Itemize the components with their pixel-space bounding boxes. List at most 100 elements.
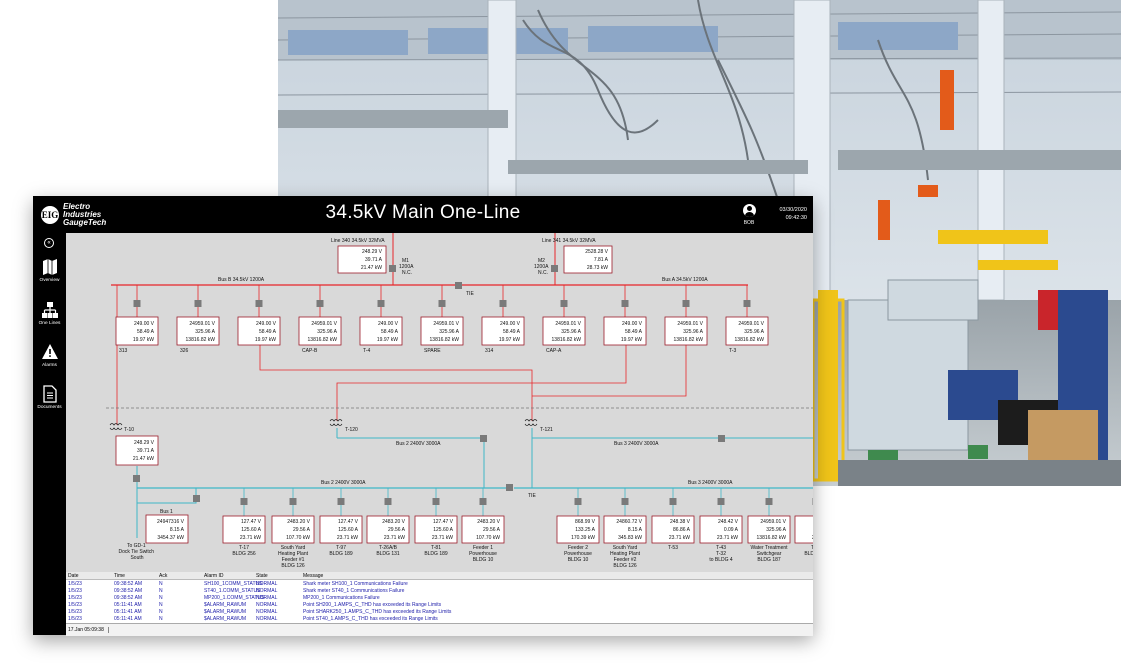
feeder-34kv-breaker[interactable] bbox=[194, 300, 202, 307]
feeder-2400v-meter[interactable]: 2483.20 V29.56 A23.71 kWT-26A/BBLDG 131 bbox=[366, 488, 410, 557]
col-state[interactable]: State bbox=[256, 573, 268, 579]
col-time[interactable]: Time bbox=[114, 573, 125, 579]
feeder-2400v-name: BLDG 189 bbox=[424, 551, 448, 557]
feeder-34kv-meter[interactable]: 24959.01 V 325.96 A 13816.82 kW SPARE bbox=[420, 285, 464, 354]
feeder-34kv-breaker[interactable] bbox=[743, 300, 751, 307]
feeder-34kv-breaker[interactable] bbox=[499, 300, 507, 307]
feeder-2400v-breaker[interactable] bbox=[337, 498, 345, 505]
feeder-34kv-amps: 58.49 A bbox=[625, 329, 643, 335]
feeder-2400v-volts: 248.38 V bbox=[670, 519, 691, 525]
breaker-bus2[interactable] bbox=[480, 435, 487, 442]
alarm-ack: N bbox=[159, 616, 163, 622]
feeder-34kv-meter[interactable]: 24959.01 V 325.96 A 13816.82 kW CAP-A bbox=[542, 285, 586, 354]
feeder-2400v-meter[interactable]: 248.38 V 86.86 A 23.71 kW T-53 bbox=[651, 488, 695, 551]
feeder-34kv-meter[interactable]: 249.00 V 58.49 A 19.97 kW bbox=[237, 285, 281, 346]
feeder-34kv-breaker[interactable] bbox=[560, 300, 568, 307]
col-date[interactable]: Date bbox=[68, 573, 79, 579]
feeder-2400v-volts: 127.47 V bbox=[241, 519, 262, 525]
nav-alarms[interactable]: Alarms bbox=[33, 343, 66, 368]
feeder-2400v-breaker[interactable] bbox=[765, 498, 773, 505]
feeder-2400v-name: BLDG 126 bbox=[281, 563, 305, 569]
col-ack[interactable]: Ack bbox=[159, 573, 167, 579]
breaker-t10-secondary[interactable] bbox=[133, 475, 140, 482]
feeder-34kv-breaker[interactable] bbox=[438, 300, 446, 307]
breaker-m2[interactable] bbox=[551, 265, 558, 272]
breaker-bus1[interactable] bbox=[193, 495, 200, 502]
feeder-2400v-meter[interactable]: 868.99 V133.25 A170.39 kWFeeder 2Powerho… bbox=[556, 488, 600, 563]
breaker-tie-bottom[interactable] bbox=[506, 484, 513, 491]
alarm-id: $ALARM_RAWUM bbox=[204, 602, 247, 608]
feeder-34kv-breaker[interactable] bbox=[316, 300, 324, 307]
feeder-2400v-name: BLDG 256 bbox=[804, 551, 813, 557]
feeder-2400v-meter[interactable]: 127.47 V125.60 A23.71 kWT-17BLDG 256 bbox=[222, 488, 266, 557]
feeder-2400v-breaker[interactable] bbox=[289, 498, 297, 505]
feeder-2400v-breaker[interactable] bbox=[717, 498, 725, 505]
meter-line-340[interactable]: Line 340 34.5kV 32MVA 248.29 V 39.71 A 2… bbox=[331, 238, 387, 274]
bus-b-label: Bus B 34.5kV 1200A bbox=[218, 277, 265, 283]
feeder-34kv-meter[interactable]: 24959.01 V 325.96 A 13816.82 kW CAP-B bbox=[298, 285, 342, 354]
alarm-state: NORMAL bbox=[256, 581, 278, 587]
nav-documents[interactable]: Documents bbox=[33, 385, 66, 410]
feeder-2400v-name: BLDG 256 bbox=[232, 551, 256, 557]
feeder-34kv-meter[interactable]: 24959.01 V 325.96 A 13816.82 kW 326 bbox=[176, 285, 220, 354]
nav-overview[interactable]: Overview bbox=[33, 258, 66, 283]
col-alarm-id[interactable]: Alarm ID bbox=[204, 573, 223, 579]
m1-state: N.C. bbox=[402, 270, 412, 276]
feeder-2400v-volts: 127.47 V bbox=[338, 519, 359, 525]
feeder-2400v-meter[interactable]: 24860.72 V8.15 A345.83 kWSouth YardHeati… bbox=[603, 488, 647, 569]
feeder-2400v-meter[interactable]: 248.42 V0.09 A23.71 kWT-43T-32to BLDG 4 bbox=[699, 488, 743, 563]
feeder-34kv-meter[interactable]: 249.00 V 58.49 A 19.97 kW 313 bbox=[115, 285, 159, 354]
feeder-34kv-kw: 13816.82 kW bbox=[186, 337, 216, 343]
meter-t10[interactable]: 248.29 V 39.71 A 21.47 kW bbox=[115, 435, 159, 466]
feeder-2400v-breaker[interactable] bbox=[669, 498, 677, 505]
feeder-34kv-breaker[interactable] bbox=[682, 300, 690, 307]
feeder-34kv-volts: 24959.01 V bbox=[433, 321, 459, 327]
breaker-m1[interactable] bbox=[389, 265, 396, 272]
feeder-34kv-meter[interactable]: 24959.01 V 325.96 A 13816.82 kW bbox=[664, 285, 708, 346]
hierarchy-icon bbox=[41, 302, 58, 318]
feeder-34kv-meter[interactable]: 249.00 V 58.49 A 19.97 kW 314 bbox=[481, 285, 525, 354]
feeder-2400v-amps: 0.09 A bbox=[724, 527, 739, 533]
feeder-2400v-breaker[interactable] bbox=[812, 498, 814, 505]
feeder-2400v-breaker[interactable] bbox=[432, 498, 440, 505]
feeder-2400v-amps: 125.60 A bbox=[338, 527, 358, 533]
feeders-2400v: 127.47 V125.60 A23.71 kWT-17BLDG 2562483… bbox=[222, 488, 814, 569]
alarm-ack: N bbox=[159, 588, 163, 594]
line-341-kw: 28.73 kW bbox=[587, 265, 608, 271]
feeder-2400v-meter[interactable]: 127.47 V125.60 A23.71 kWT-97BLDG 189 bbox=[319, 488, 363, 557]
feeder-2400v-kw: 23.71 kW bbox=[384, 535, 405, 541]
feeder-2400v-breaker[interactable] bbox=[574, 498, 582, 505]
feeder-2400v-meter[interactable]: 127.47 V125.60 A23.71 kWT-81BLDG 189 bbox=[414, 488, 458, 557]
feeder-2400v-kw: 107.70 kW bbox=[286, 535, 310, 541]
feeder-2400v-breaker[interactable] bbox=[240, 498, 248, 505]
feeder-34kv-volts: 249.00 V bbox=[622, 321, 643, 327]
alarm-time: 09:38:52 AM bbox=[114, 581, 143, 587]
feeder-2400v-breaker[interactable] bbox=[384, 498, 392, 505]
user-button[interactable]: BOB bbox=[739, 204, 759, 226]
meter-bus1[interactable]: 24947316 V 8.15 A 3454.37 kW bbox=[145, 514, 189, 544]
breaker-tie-top[interactable] bbox=[455, 282, 462, 289]
feeder-34kv-meter[interactable]: 24959.01 V 325.96 A 13816.82 kW T-3 bbox=[725, 285, 769, 354]
feeder-34kv-breaker[interactable] bbox=[621, 300, 629, 307]
breaker-bus3[interactable] bbox=[718, 435, 725, 442]
feeder-2400v-meter[interactable]: 24959.01 V325.96 A13816.82 kWWater Treat… bbox=[747, 488, 791, 563]
feeder-2400v-meter[interactable]: 127.47 V125.60 A23.71 kWT-12BLDG 256 bbox=[794, 488, 814, 557]
feeder-2400v-volts: 2483.20 V bbox=[382, 519, 405, 525]
feeder-2400v-breaker[interactable] bbox=[479, 498, 487, 505]
feeder-34kv-breaker[interactable] bbox=[377, 300, 385, 307]
feeder-2400v-meter[interactable]: 2483.20 V29.56 A107.70 kWFeeder 1Powerho… bbox=[461, 488, 505, 563]
feeder-2400v-meter[interactable]: 2483.20 V29.56 A107.70 kWSouth YardHeati… bbox=[271, 488, 315, 569]
col-message[interactable]: Message bbox=[303, 573, 323, 579]
alarm-time: 05:11:41 AM bbox=[114, 616, 142, 622]
feeder-34kv-meter[interactable]: 249.00 V 58.49 A 19.97 kW bbox=[603, 285, 647, 346]
feeder-34kv-meter[interactable]: 249.00 V 58.49 A 19.97 kW T-4 bbox=[359, 285, 403, 354]
nav-one-lines[interactable]: One Lines bbox=[33, 301, 66, 326]
feeder-34kv-kw: 19.97 kW bbox=[499, 337, 520, 343]
feeder-34kv-breaker[interactable] bbox=[133, 300, 141, 307]
feeder-2400v-kw: 345.83 kW bbox=[618, 535, 642, 541]
feeder-2400v-breaker[interactable] bbox=[621, 498, 629, 505]
alarm-message: Point ST40_1.AMPS_C_THD has exceeded its… bbox=[303, 616, 438, 622]
feeder-34kv-breaker[interactable] bbox=[255, 300, 263, 307]
m2-state: N.C. bbox=[538, 270, 548, 276]
collapse-sidebar-button[interactable]: « bbox=[44, 238, 54, 248]
